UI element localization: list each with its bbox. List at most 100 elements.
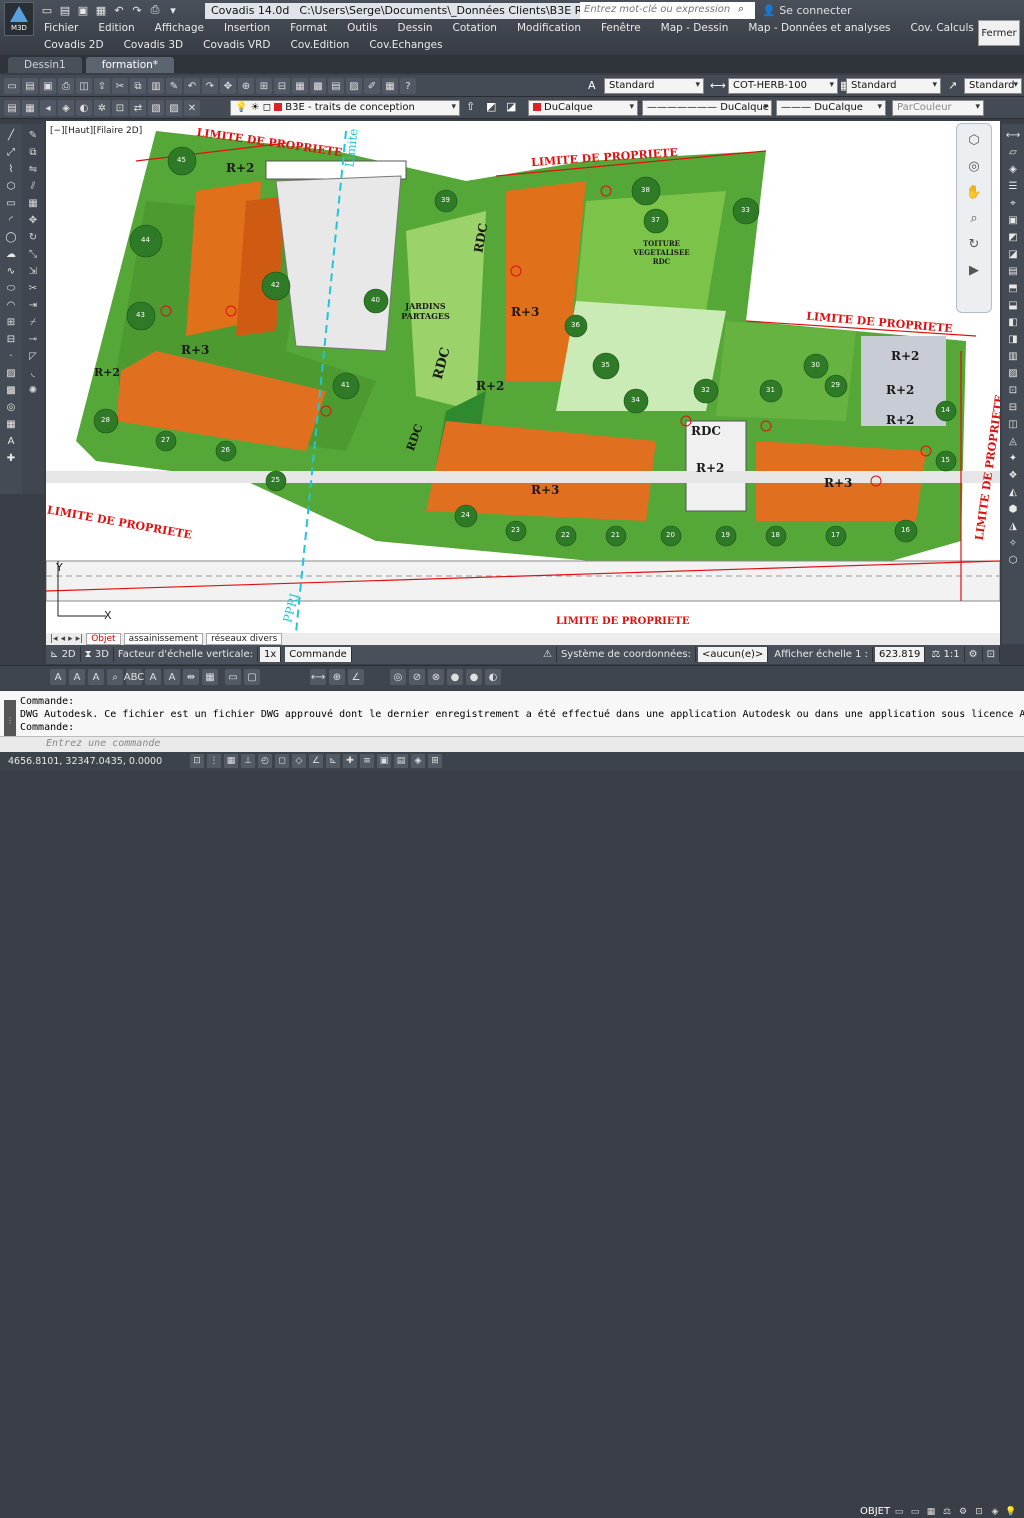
qnew-icon[interactable]: ▭: [4, 78, 20, 94]
layout-tab-2[interactable]: réseaux divers: [206, 633, 283, 645]
sign-in-button[interactable]: 👤 Se connecter: [762, 4, 852, 17]
layer-manager-icon[interactable]: ▤: [4, 100, 20, 116]
last-tab-icon[interactable]: ▸|: [76, 634, 84, 644]
cursor-coordinates[interactable]: 4656.8101, 32347.0435, 0.0000: [0, 756, 190, 767]
lineweight-select[interactable]: ——— DuCalque: [776, 100, 886, 116]
drawing-canvas[interactable]: [−][Haut][Filaire 2D] LIMITE DE PROPRIET…: [46, 121, 1000, 633]
polyline-icon[interactable]: ⌇: [3, 162, 19, 177]
chamfer-icon[interactable]: ◸: [25, 349, 41, 364]
menu-item-cov-calculs[interactable]: Cov. Calculs: [911, 22, 974, 34]
mleader-style-select[interactable]: Standard: [964, 78, 1022, 94]
command-input[interactable]: Entrez une commande: [0, 736, 1024, 752]
otrack-icon[interactable]: ∠: [309, 754, 323, 768]
linetype-select[interactable]: ——————— DuCalque: [642, 100, 772, 116]
zoom-icon[interactable]: ⊕: [238, 78, 254, 94]
steering-wheel-icon[interactable]: ◎: [963, 156, 985, 176]
layer-delete-icon[interactable]: ✕: [184, 100, 200, 116]
command-button[interactable]: Commande: [285, 647, 352, 662]
tool-p-icon[interactable]: ❖: [1005, 468, 1021, 483]
ortho-icon[interactable]: ⊥: [241, 754, 255, 768]
copy-obj-icon[interactable]: ⧉: [25, 145, 41, 160]
table-icon[interactable]: ▦: [3, 417, 19, 432]
measure-icon[interactable]: ⟷: [310, 669, 326, 685]
pan-hand-icon[interactable]: ✋: [963, 182, 985, 202]
design-center-icon[interactable]: ▩: [310, 78, 326, 94]
explode-icon[interactable]: ✺: [25, 383, 41, 398]
layer-select[interactable]: 💡 ☀ ◻ B3E - traits de conception: [230, 100, 460, 116]
undo-icon[interactable]: ↶: [112, 3, 126, 17]
locate-icon[interactable]: ⌖: [1005, 196, 1021, 211]
menu-item-covadis-3d[interactable]: Covadis 3D: [124, 39, 184, 51]
hatch-icon[interactable]: ▨: [3, 366, 19, 381]
tool-b-icon[interactable]: ◩: [1005, 230, 1021, 245]
app-logo[interactable]: M3D: [4, 2, 34, 36]
rotate-icon[interactable]: ↻: [25, 230, 41, 245]
undo-icon[interactable]: ↶: [184, 78, 200, 94]
make-block-icon[interactable]: ⊟: [3, 332, 19, 347]
make-current-icon[interactable]: ⇧: [466, 100, 475, 113]
polar-icon[interactable]: ◴: [258, 754, 272, 768]
layer-off-icon[interactable]: ◐: [76, 100, 92, 116]
lock-ui-icon[interactable]: ⊡: [973, 1506, 985, 1518]
vertical-scale-select[interactable]: 1x: [259, 647, 282, 662]
document-tab-0[interactable]: Dessin1: [8, 57, 82, 73]
table-style-select[interactable]: Standard: [846, 78, 941, 94]
find-icon[interactable]: ⌕: [107, 669, 123, 685]
text-style-select[interactable]: Standard: [604, 78, 704, 94]
sc-icon[interactable]: ◈: [411, 754, 425, 768]
menu-item-outils[interactable]: Outils: [347, 22, 377, 34]
menu-item-modification[interactable]: Modification: [517, 22, 581, 34]
lock-icon[interactable]: ⊡: [983, 647, 1000, 662]
color-select[interactable]: DuCalque: [528, 100, 638, 116]
area-icon[interactable]: ▱: [1005, 145, 1021, 160]
properties-icon[interactable]: ▦: [292, 78, 308, 94]
ellipse-arc-icon[interactable]: ◠: [3, 298, 19, 313]
layer-iso-icon[interactable]: ◈: [58, 100, 74, 116]
showmotion-icon[interactable]: ▶: [963, 260, 985, 280]
print-icon[interactable]: ⎙: [58, 78, 74, 94]
menu-item-edition[interactable]: Edition: [98, 22, 134, 34]
model-space-label[interactable]: OBJET: [860, 1506, 890, 1517]
calc-icon[interactable]: ▦: [382, 78, 398, 94]
tool-i-icon[interactable]: ▥: [1005, 349, 1021, 364]
ungroup-icon[interactable]: ▢: [244, 669, 260, 685]
menu-item-covadis-2d[interactable]: Covadis 2D: [44, 39, 104, 51]
layer-state-icon[interactable]: ▦: [22, 100, 38, 116]
hardware-icon[interactable]: ◈: [989, 1506, 1001, 1518]
line-icon[interactable]: ╱: [3, 128, 19, 143]
menu-item-insertion[interactable]: Insertion: [224, 22, 270, 34]
tool-l-icon[interactable]: ⊟: [1005, 400, 1021, 415]
region-icon[interactable]: ◎: [3, 400, 19, 415]
lweight-icon[interactable]: ≡: [360, 754, 374, 768]
tool-q-icon[interactable]: ◭: [1005, 485, 1021, 500]
plot-icon[interactable]: ⎙: [148, 3, 162, 17]
tool-c-icon[interactable]: ◪: [1005, 247, 1021, 262]
menu-item-cov-edition[interactable]: Cov.Edition: [290, 39, 349, 51]
scale-icon[interactable]: ⤡: [25, 247, 41, 262]
tool-palette-icon[interactable]: ▤: [328, 78, 344, 94]
text-a2-icon[interactable]: A: [69, 669, 85, 685]
ducs-icon[interactable]: ⊾: [326, 754, 340, 768]
text-edit-icon[interactable]: A: [88, 669, 104, 685]
menu-item-format[interactable]: Format: [290, 22, 327, 34]
tool-n-icon[interactable]: ◬: [1005, 434, 1021, 449]
tool-g-icon[interactable]: ◧: [1005, 315, 1021, 330]
tool-s-icon[interactable]: ◮: [1005, 519, 1021, 534]
quickview-icon[interactable]: ▦: [925, 1506, 937, 1518]
menu-item-map-donn-es-et-analyses[interactable]: Map - Données et analyses: [748, 22, 890, 34]
arc-icon[interactable]: ◜: [3, 213, 19, 228]
dropdown-icon[interactable]: ▾: [166, 3, 180, 17]
annotation-icon[interactable]: ⚖: [941, 1506, 953, 1518]
next-tab-icon[interactable]: ▸: [68, 634, 73, 644]
tool-u-icon[interactable]: ⬡: [1005, 553, 1021, 568]
model-icon[interactable]: ▭: [893, 1506, 905, 1518]
point-icon[interactable]: ·: [3, 349, 19, 364]
convert-icon[interactable]: ▦: [202, 669, 218, 685]
ellipse-icon[interactable]: ⬭: [3, 281, 19, 296]
layer-merge-icon[interactable]: ▨: [166, 100, 182, 116]
menu-item-fichier[interactable]: Fichier: [44, 22, 78, 34]
mode-2d-button[interactable]: ⊾ 2D: [46, 647, 81, 662]
array-icon[interactable]: ▦: [25, 196, 41, 211]
gradient-icon[interactable]: ▩: [3, 383, 19, 398]
layer-prev-icon[interactable]: ◂: [40, 100, 56, 116]
